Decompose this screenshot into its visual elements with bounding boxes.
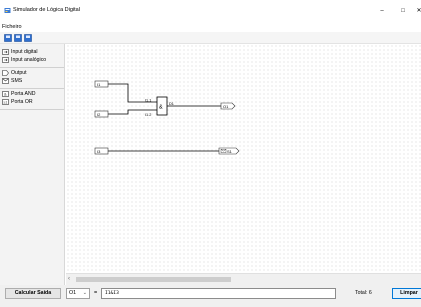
input-i3[interactable]: I3 [94, 147, 109, 155]
sms-icon [2, 78, 9, 84]
circuit-canvas[interactable]: I1 I2 I3 I1.1 I1.2 & D1 O1 S1 [66, 44, 421, 273]
gate-symbol: & [159, 105, 163, 111]
app-icon [4, 8, 11, 13]
output-icon [2, 70, 9, 76]
scroll-left-icon[interactable]: ‹ [68, 276, 70, 282]
svg-text:&: & [4, 92, 7, 97]
sms-output-s1[interactable]: S1 [218, 147, 240, 155]
analog-input-icon [2, 57, 9, 63]
output-o1[interactable]: O1 [220, 102, 236, 110]
clear-button[interactable]: Limpar [392, 288, 421, 299]
total-label: Total: 6 [355, 290, 372, 296]
sidebar-item-sms[interactable]: SMS [0, 77, 64, 85]
gate-pin-2-label: I1.2 [145, 113, 151, 117]
and-gate-icon: & [2, 91, 9, 97]
horizontal-scrollbar[interactable]: ‹ [66, 273, 421, 285]
gates-group: & Porta AND ≥1 Porta OR [0, 90, 64, 110]
chevron-down-icon: ⌄ [82, 290, 87, 296]
digital-input-icon [2, 49, 9, 55]
or-gate-icon: ≥1 [2, 99, 9, 105]
sidebar-item-or-gate[interactable]: ≥1 Porta OR [0, 98, 64, 106]
toolbar [0, 32, 421, 44]
component-sidebar: Input digital Input analógico Output SMS… [0, 44, 65, 285]
minimize-button[interactable]: – [375, 5, 389, 17]
inputs-group: Input digital Input analógico [0, 48, 64, 68]
equals-label: = [94, 290, 98, 296]
menu-file[interactable]: Ficheiro [2, 24, 22, 30]
new-icon[interactable] [4, 34, 12, 42]
circuit-diagram: I1 I2 I3 I1.1 I1.2 & D1 O1 S1 [94, 80, 240, 155]
sidebar-item-output[interactable]: Output [0, 69, 64, 77]
window-title: Simulador de Lógica Digital [13, 7, 80, 13]
output-o1-label: O1 [223, 104, 229, 109]
svg-text:≥1: ≥1 [4, 101, 8, 105]
and-gate-d1[interactable]: & [156, 96, 168, 116]
scrollbar-thumb[interactable] [76, 277, 231, 282]
sidebar-item-input-analog[interactable]: Input analógico [0, 56, 64, 64]
gate-name-label: D1 [169, 102, 174, 106]
wires [108, 83, 221, 152]
sms-output-s1-label: S1 [227, 149, 233, 154]
sidebar-item-and-gate[interactable]: & Porta AND [0, 90, 64, 98]
outputs-group: Output SMS [0, 69, 64, 89]
sidebar-item-input-digital[interactable]: Input digital [0, 48, 64, 56]
calculate-output-button[interactable]: Calcular Saída [5, 288, 61, 299]
bottom-bar: Calcular Saída O1 ⌄ = I1&I3 Total: 6 Lim… [0, 285, 421, 307]
output-select[interactable]: O1 ⌄ [66, 288, 90, 299]
close-button[interactable]: ✕ [414, 5, 421, 17]
input-i2[interactable]: I2 [94, 110, 109, 118]
expression-field[interactable]: I1&I3 [101, 288, 336, 299]
input-i1[interactable]: I1 [94, 80, 109, 88]
output-select-value: O1 [69, 290, 77, 296]
open-icon[interactable] [14, 34, 22, 42]
title-bar: Simulador de Lógica Digital – □ ✕ [0, 0, 421, 22]
save-icon[interactable] [24, 34, 32, 42]
gate-pin-1-label: I1.1 [145, 99, 151, 103]
menu-bar: Ficheiro [0, 22, 421, 32]
maximize-button[interactable]: □ [396, 5, 410, 17]
